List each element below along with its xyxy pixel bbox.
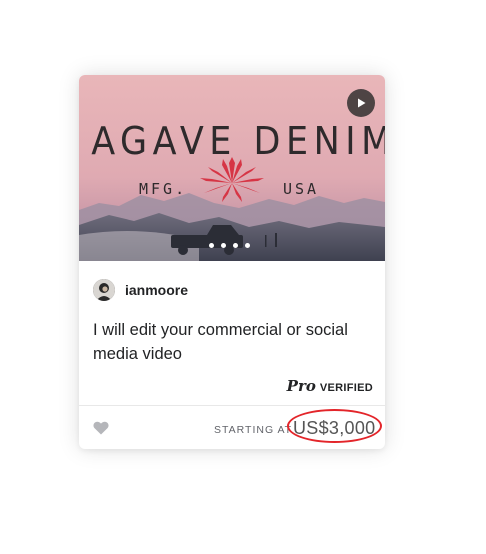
gig-price: US$3,000 [293,418,376,438]
play-video-button[interactable] [347,89,375,117]
media-brand-left-text: MFG. [139,180,188,198]
heart-icon[interactable] [93,421,109,435]
play-icon [358,98,366,108]
pro-logo: Pro [286,377,316,395]
avatar-image [93,279,115,301]
card-footer-divider [79,405,385,406]
starting-at-label: STARTING AT [214,424,293,436]
gig-title-link[interactable]: I will edit your commercial or social me… [93,318,378,366]
gallery-dot[interactable] [233,242,238,248]
seller-info[interactable]: ianmoore [93,279,188,301]
media-background-image [79,75,385,261]
gallery-dot[interactable] [221,242,226,248]
seller-avatar[interactable] [93,279,115,301]
gallery-dot[interactable] [245,242,250,248]
gig-media-thumbnail[interactable]: AGAVE DENIM MFG. USA [79,75,385,261]
seller-name-link[interactable]: ianmoore [125,282,188,298]
media-brand-right-text: USA [283,180,320,198]
pro-verified-label: VERIFIED [319,382,373,394]
gallery-pagination-dots [209,240,250,250]
media-brand-title: AGAVE DENIM [91,119,385,163]
gig-card[interactable]: AGAVE DENIM MFG. USA ianmoore I will edi… [79,75,385,449]
pro-verified-badge: Pro VERIFIED [287,377,373,395]
gallery-dot[interactable] [209,242,214,248]
